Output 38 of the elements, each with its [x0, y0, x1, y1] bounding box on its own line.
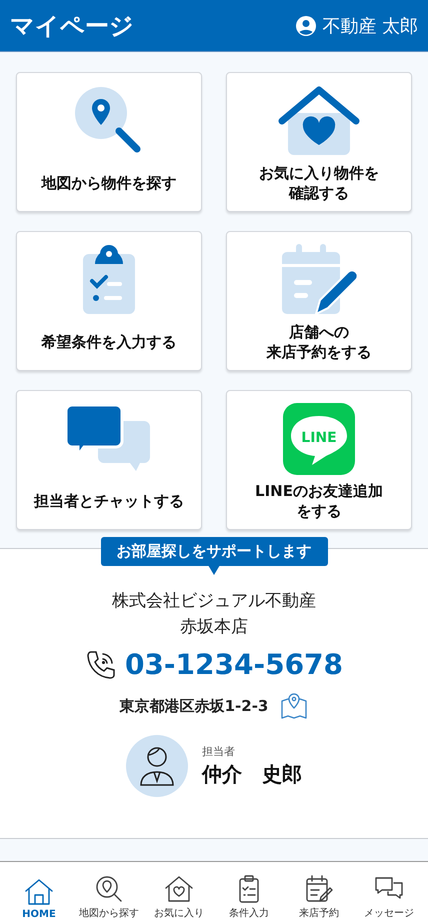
user-icon — [295, 14, 318, 36]
menu-tile[interactable]: 担当者とチャットする — [16, 390, 202, 530]
map-pin-icon[interactable] — [280, 693, 308, 719]
menu-tile[interactable]: 希望条件を入力する — [16, 231, 202, 371]
phone-icon — [84, 648, 117, 680]
menu-tile[interactable]: 店舗への 来店予約をする — [226, 231, 412, 371]
nav-tab[interactable]: HOME — [6, 878, 72, 920]
house-heart-icon — [278, 85, 360, 157]
tile-label: 地図から物件を探す — [42, 173, 176, 193]
tile-label: LINEのお友達追加 — [255, 481, 383, 501]
home-icon — [23, 878, 55, 906]
tile-label: 確認する — [289, 183, 349, 203]
nav-tab[interactable]: お気に入り — [146, 875, 212, 920]
tile-label: 希望条件を入力する — [42, 332, 176, 352]
tile-label: お気に入り物件を — [259, 163, 379, 183]
address-text: 東京都港区赤坂1-2-3 — [120, 696, 268, 716]
menu-tile[interactable]: LINE LINEのお友達追加 をする — [226, 390, 412, 530]
house-heart-icon — [163, 875, 195, 903]
tile-label: をする — [296, 501, 342, 521]
staff-name: 仲介 史郎 — [202, 761, 302, 788]
nav-tab[interactable]: 条件入力 — [216, 875, 282, 920]
tile-label: 来店予約をする — [266, 342, 372, 362]
menu-tile[interactable]: 地図から物件を探す — [16, 72, 202, 212]
tile-label: 担当者とチャットする — [34, 491, 184, 511]
person-icon — [139, 746, 175, 786]
banner-pointer — [208, 565, 220, 575]
phone-number-link[interactable]: 03-1234-5678 — [124, 648, 344, 681]
nav-tab[interactable]: 来店予約 — [286, 875, 352, 920]
page-title: マイページ — [10, 10, 134, 42]
company-name: 株式会社ビジュアル不動産 — [112, 590, 316, 613]
nav-tab[interactable]: メッセージ — [356, 875, 422, 920]
nav-tab[interactable]: 地図から探す — [76, 875, 142, 920]
menu-tile[interactable]: お気に入り物件を 確認する — [226, 72, 412, 212]
line-logo-icon: LINE — [283, 403, 355, 475]
tile-label: 店舗への — [289, 322, 349, 342]
branch-name: 赤坂本店 — [179, 616, 249, 639]
staff-label: 担当者 — [202, 744, 236, 759]
user-name: 不動産 太郎 — [322, 14, 418, 38]
